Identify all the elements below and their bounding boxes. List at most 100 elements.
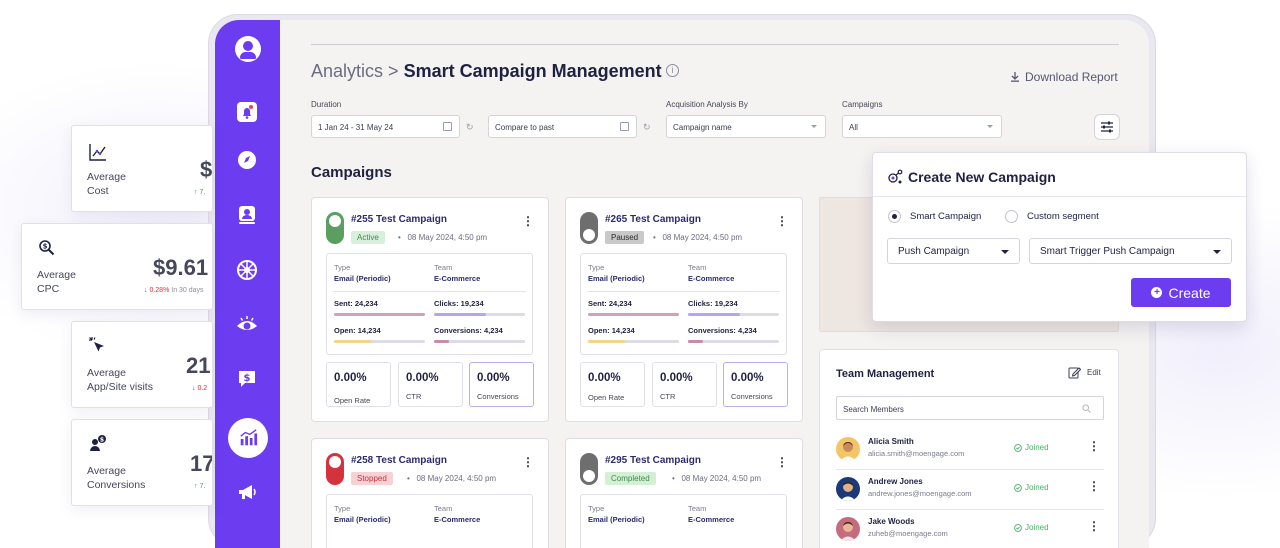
edit-team-button[interactable]: Edit — [1068, 366, 1101, 379]
stat-label: Average Cost — [87, 171, 126, 197]
duration-picker[interactable]: 1 Jan 24 - 31 May 24 — [311, 115, 460, 138]
trigger-type-value: Smart Trigger Push Campaign — [1040, 246, 1175, 257]
stat-value: $9.61 — [153, 255, 209, 280]
breadcrumb-separator: > — [388, 61, 399, 81]
stat-card-cost: Average Cost $ ↑ 7. — [71, 125, 213, 212]
compass-icon[interactable] — [235, 148, 259, 172]
more-options-icon[interactable]: ⋮ — [1088, 519, 1100, 533]
campaign-name[interactable]: #255 Test Campaign — [351, 214, 447, 225]
sidebar: $ — [215, 20, 280, 548]
check-circle-icon — [1014, 523, 1022, 532]
stat-trend: ↑ 7. — [194, 483, 206, 490]
money-chat-icon[interactable]: $ — [235, 367, 259, 391]
network-icon[interactable] — [235, 258, 259, 282]
member-row[interactable]: Jake Woods zuheb@moengage.com Joined ⋮ — [836, 509, 1104, 548]
more-options-icon[interactable]: ⋮ — [522, 455, 534, 469]
campaign-toggle[interactable] — [580, 212, 598, 244]
conversions-metric[interactable]: 0.00% Conversions — [723, 362, 788, 407]
eye-icon[interactable] — [235, 313, 259, 337]
team-label: Team — [434, 504, 453, 513]
campaign-date: • 08 May 2024, 4:50 pm — [653, 233, 743, 242]
conversions-label: Conversions — [731, 392, 773, 401]
page-title: Analytics > Smart Campaign Management — [311, 61, 662, 82]
avatar — [836, 437, 860, 461]
clicks-bar — [434, 313, 525, 316]
campaign-name[interactable]: #295 Test Campaign — [605, 455, 701, 466]
campaign-card[interactable]: #295 Test Campaign Completed • 08 May 20… — [565, 438, 803, 548]
smart-campaign-radio[interactable] — [888, 210, 901, 223]
create-button[interactable]: + Create — [1131, 278, 1231, 307]
megaphone-icon[interactable] — [235, 480, 259, 504]
conversions-stat: Conversions: 4,234 — [434, 326, 503, 335]
campaign-network-icon — [888, 169, 903, 184]
breadcrumb-parent[interactable]: Analytics — [311, 61, 383, 81]
filter-settings-button[interactable] — [1094, 114, 1120, 140]
campaigns-filter-label: Campaigns — [842, 100, 883, 109]
chevron-down-icon — [987, 125, 993, 128]
more-options-icon[interactable]: ⋮ — [1088, 479, 1100, 493]
type-label: Type — [588, 263, 605, 272]
more-options-icon[interactable]: ⋮ — [776, 214, 788, 228]
stat-trend: ↑ 7. — [194, 189, 206, 196]
campaigns-select[interactable]: All — [842, 115, 1002, 138]
custom-segment-label[interactable]: Custom segment — [1027, 211, 1099, 222]
campaign-card[interactable]: #265 Test Campaign Paused • 08 May 2024,… — [565, 197, 803, 422]
info-icon[interactable]: i — [666, 64, 679, 77]
custom-segment-radio[interactable] — [1005, 210, 1018, 223]
campaign-toggle[interactable] — [580, 453, 598, 485]
conversions-value: 0.00% — [477, 372, 510, 384]
ctr-metric[interactable]: 0.00% CTR — [398, 362, 463, 407]
campaign-name[interactable]: #265 Test Campaign — [605, 214, 701, 225]
campaign-date: • 08 May 2024, 4:50 pm — [407, 474, 497, 483]
campaign-type-select[interactable]: Push Campaign — [887, 238, 1020, 264]
conversions-metric[interactable]: 0.00% Conversions — [469, 362, 534, 407]
open-rate-metric[interactable]: 0.00% Open Rate — [326, 362, 391, 407]
member-name: Andrew Jones — [868, 477, 923, 486]
stat-trend: ↓ 0.28% In 30 days — [144, 287, 204, 294]
team-value: E-Commerce — [434, 274, 481, 283]
sent-bar — [334, 313, 425, 316]
team-label: Team — [688, 504, 707, 513]
compare-value: Compare to past — [495, 123, 555, 132]
download-report-button[interactable]: Download Report — [1010, 70, 1118, 84]
campaign-details: Type Email (Periodic) Team E-Commerce Se… — [326, 253, 533, 355]
analytics-chart-icon[interactable] — [228, 418, 268, 458]
more-options-icon[interactable]: ⋮ — [522, 214, 534, 228]
campaign-card[interactable]: #255 Test Campaign Active • 08 May 2024,… — [311, 197, 549, 422]
svg-text:$: $ — [100, 437, 104, 444]
search-placeholder: Search Members — [843, 405, 904, 414]
acquisition-select[interactable]: Campaign name — [666, 115, 826, 138]
trigger-type-select[interactable]: Smart Trigger Push Campaign — [1029, 238, 1232, 264]
user-dollar-icon: $ — [90, 435, 106, 451]
member-row[interactable]: Andrew Jones andrew.jones@moengage.com J… — [836, 469, 1104, 509]
sent-bar — [588, 313, 679, 316]
search-members-input[interactable]: Search Members — [836, 396, 1104, 420]
campaign-card[interactable]: #258 Test Campaign Stopped • 08 May 2024… — [311, 438, 549, 548]
conversions-bar — [434, 340, 525, 343]
create-campaign-modal: Create New Campaign Smart Campaign Custo… — [872, 152, 1248, 322]
check-circle-icon — [1014, 483, 1022, 492]
reset-icon[interactable]: ↻ — [643, 122, 651, 133]
status-badge: Stopped — [351, 472, 393, 485]
ctr-metric[interactable]: 0.00% CTR — [652, 362, 717, 407]
chevron-down-icon — [1001, 250, 1009, 254]
member-row[interactable]: Alicia Smith alicia.smith@moengage.com J… — [836, 429, 1104, 469]
more-options-icon[interactable]: ⋮ — [1088, 439, 1100, 453]
bell-notification-icon[interactable] — [235, 100, 259, 124]
more-options-icon[interactable]: ⋮ — [776, 455, 788, 469]
campaign-toggle[interactable] — [326, 212, 344, 244]
campaigns-heading: Campaigns — [311, 164, 392, 181]
reset-icon[interactable]: ↻ — [466, 122, 474, 133]
open-rate-value: 0.00% — [334, 372, 367, 384]
type-value: Email (Periodic) — [588, 515, 645, 524]
user-avatar-icon[interactable] — [235, 36, 261, 62]
open-rate-label: Open Rate — [334, 396, 371, 405]
campaign-toggle[interactable] — [326, 453, 344, 485]
compare-picker[interactable]: Compare to past — [488, 115, 637, 138]
smart-campaign-label[interactable]: Smart Campaign — [910, 211, 981, 222]
campaign-name[interactable]: #258 Test Campaign — [351, 455, 447, 466]
open-rate-metric[interactable]: 0.00% Open Rate — [580, 362, 645, 407]
user-badge-icon[interactable] — [235, 203, 259, 227]
open-stat: Open: 14,234 — [588, 326, 635, 335]
cursor-click-icon — [89, 337, 104, 352]
